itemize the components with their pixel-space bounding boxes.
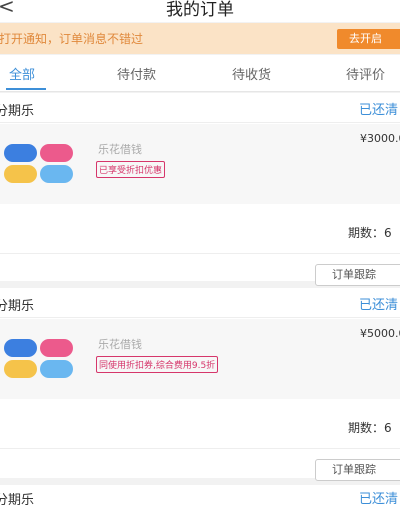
divider: [0, 448, 400, 449]
enable-notification-button[interactable]: 去开启: [337, 29, 400, 49]
tab-pending-payment[interactable]: 待付款: [117, 64, 156, 83]
order-card[interactable]: 分期乐 已还清 乐花借钱 同使用折扣券,综合费用9.5折 ¥5000.00 期数…: [0, 288, 400, 481]
product-name: 乐花借钱: [98, 338, 142, 351]
order-card[interactable]: 分期乐 已还清: [0, 485, 400, 505]
order-status: 已还清: [359, 298, 399, 313]
product-logo-icon: [4, 144, 74, 184]
order-header: 分期乐 已还清: [0, 288, 400, 318]
installment-periods: 期数：6: [348, 421, 392, 435]
order-card[interactable]: 分期乐 已还清 乐花借钱 已享受折扣优惠 ¥3000.00 期数：6 订单跟踪: [0, 93, 400, 286]
page-title: 我的订单: [166, 0, 234, 20]
shop-name: 分期乐: [0, 299, 35, 314]
active-tab-indicator: [6, 88, 46, 90]
product-name: 乐花借钱: [98, 143, 142, 156]
order-header: 分期乐 已还清: [0, 485, 400, 505]
divider: [0, 253, 400, 254]
price: ¥3000.00: [360, 132, 400, 145]
notification-banner: 打开通知，订单消息不错过 去开启: [0, 23, 400, 54]
product-row[interactable]: 乐花借钱 同使用折扣券,综合费用9.5折 ¥5000.00: [0, 319, 400, 399]
tab-pending-receipt[interactable]: 待收货: [232, 64, 271, 83]
order-header: 分期乐 已还清: [0, 93, 400, 123]
installment-periods: 期数：6: [348, 226, 392, 240]
price: ¥5000.00: [360, 327, 400, 340]
product-logo-icon: [4, 339, 74, 379]
order-status: 已还清: [359, 103, 399, 118]
order-tracking-button[interactable]: 订单跟踪: [315, 459, 400, 481]
order-status: 已还清: [359, 492, 399, 505]
shop-name: 分期乐: [0, 493, 35, 505]
product-row[interactable]: 乐花借钱 已享受折扣优惠 ¥3000.00: [0, 124, 400, 204]
discount-tag: 同使用折扣券,综合费用9.5折: [96, 356, 219, 373]
tab-pending-review[interactable]: 待评价: [346, 64, 385, 83]
notification-text: 打开通知，订单消息不错过: [0, 32, 144, 46]
tab-all[interactable]: 全部: [9, 64, 35, 83]
order-tabs: 全部 待付款 待收货 待评价: [0, 55, 400, 92]
shop-name: 分期乐: [0, 104, 35, 119]
discount-tag: 已享受折扣优惠: [96, 161, 166, 178]
navigation-bar: < 我的订单: [0, 0, 400, 22]
order-tracking-button[interactable]: 订单跟踪: [315, 264, 400, 286]
